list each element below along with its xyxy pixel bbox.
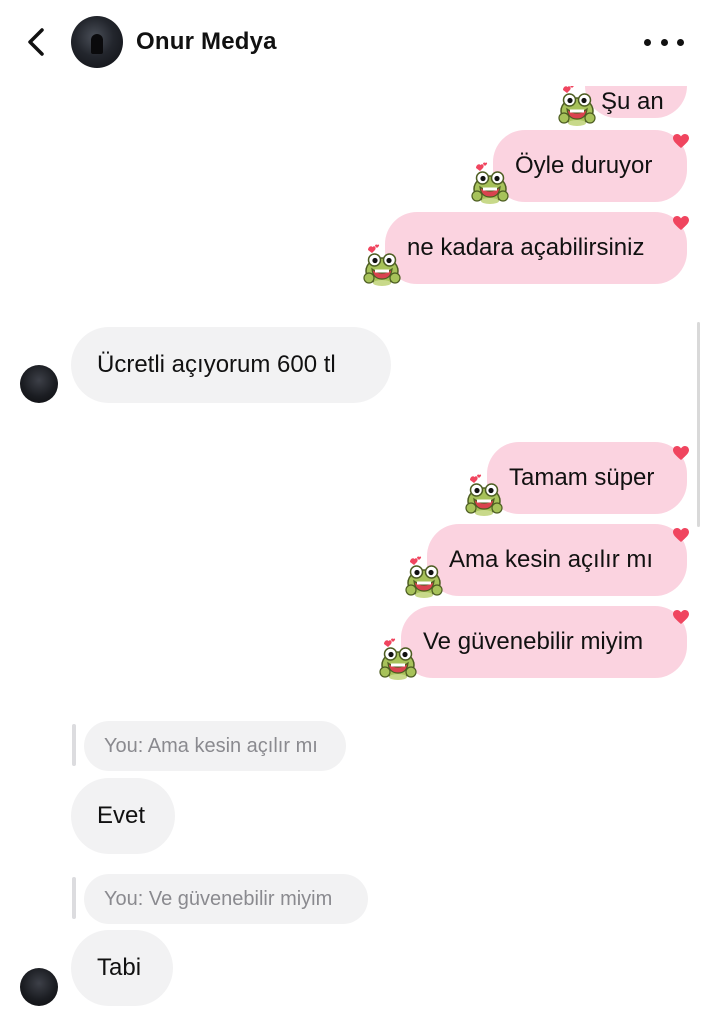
outgoing-message[interactable]: Ve güvenebilir miyim [401,606,687,678]
incoming-message[interactable]: Ücretli açıyorum 600 tl [71,327,391,403]
outgoing-message[interactable]: Ama kesin açılır mı [427,524,687,596]
contact-avatar[interactable] [20,365,58,403]
reply-text: You: Ama kesin açılır mı [104,734,318,757]
outgoing-message[interactable]: ne kadara açabilirsiniz [385,212,687,284]
back-button[interactable] [20,24,54,60]
heart-icon [673,610,689,624]
contact-avatar[interactable] [71,16,123,68]
incoming-message[interactable]: Tabi [71,930,173,1006]
contact-avatar[interactable] [20,968,58,1006]
frog-sticker-icon [471,162,509,204]
frog-sticker-icon [465,474,503,516]
more-horizontal-icon [644,38,651,46]
incoming-message[interactable]: Evet [71,778,175,854]
message-text: Ama kesin açılır mı [449,546,654,573]
message-text: Tabi [97,954,142,981]
replied-message-preview[interactable]: You: Ve güvenebilir miyim [84,874,368,924]
contact-name[interactable]: Onur Medya [136,28,277,56]
frog-sticker-icon [558,84,596,126]
replied-message-preview[interactable]: You: Ama kesin açılır mı [84,721,346,771]
scrollbar[interactable] [697,322,700,527]
heart-icon [673,446,689,460]
reply-indicator [72,877,76,919]
frog-sticker-icon [363,244,401,286]
chat-header: Onur Medya [0,0,701,86]
heart-icon [673,134,689,148]
message-text: ne kadara açabilirsiniz [407,234,645,261]
more-options-button[interactable] [644,30,684,54]
message-text: Ücretli açıyorum 600 tl [97,351,336,378]
heart-icon [673,528,689,542]
frog-sticker-icon [379,638,417,680]
frog-sticker-icon [405,556,443,598]
outgoing-message[interactable]: Tamam süper [487,442,687,514]
reply-text: You: Ve güvenebilir miyim [104,887,333,910]
message-text: Ve güvenebilir miyim [423,628,644,655]
chevron-left-icon [28,28,44,56]
message-text: Tamam süper [509,464,655,491]
reply-indicator [72,724,76,766]
message-text: Şu an [601,88,664,115]
message-text: Öyle duruyor [515,152,653,179]
outgoing-message[interactable]: Öyle duruyor [493,130,687,202]
heart-icon [673,216,689,230]
message-text: Evet [97,802,146,829]
